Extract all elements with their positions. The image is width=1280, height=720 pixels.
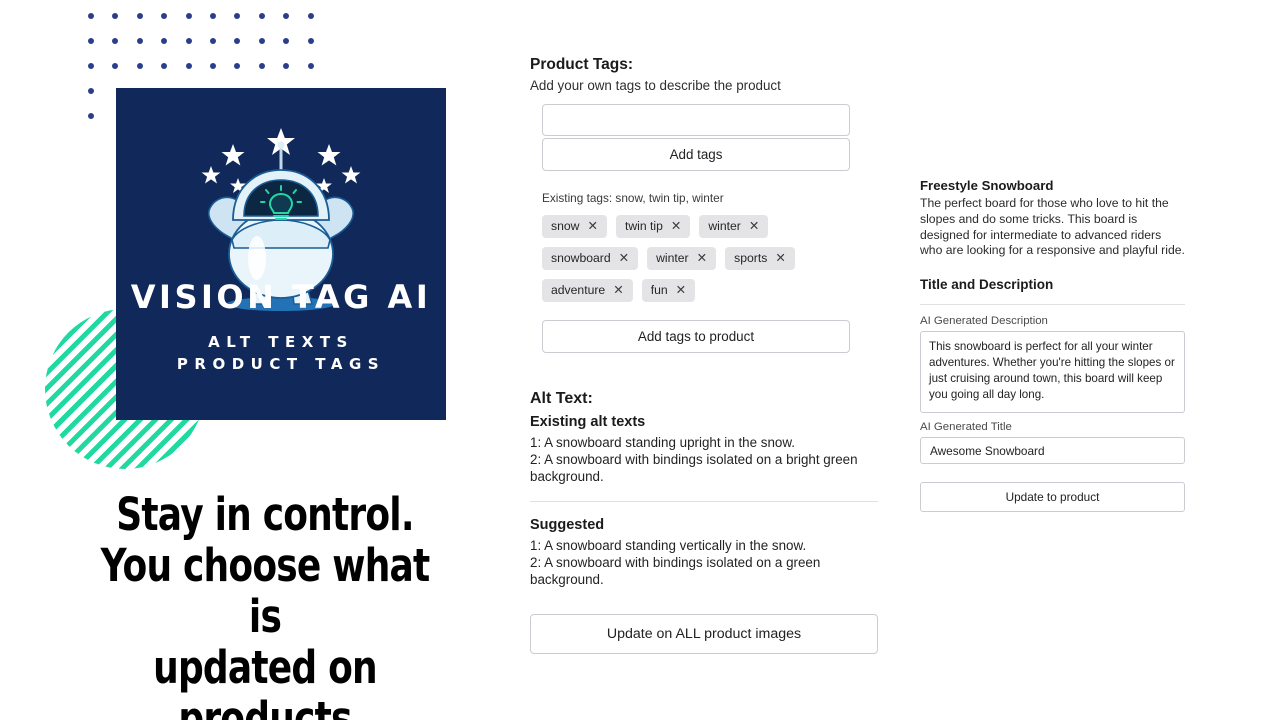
tag-chip[interactable]: sports ✕ bbox=[725, 247, 795, 270]
brand-logo-card: VISION TAG AI ALT TEXTS PRODUCT TAGS bbox=[116, 88, 446, 420]
alt-text-section: Alt Text: Existing alt texts 1: A snowbo… bbox=[530, 390, 882, 654]
existing-alt-texts-heading: Existing alt texts bbox=[530, 414, 646, 430]
update-to-product-button[interactable]: Update to product bbox=[920, 482, 1185, 513]
product-description: The perfect board for those who love to … bbox=[920, 196, 1185, 258]
ai-description-label: AI Generated Description bbox=[920, 315, 1048, 328]
promo-panel: VISION TAG AI ALT TEXTS PRODUCT TAGS Sta… bbox=[0, 0, 500, 720]
tag-chip-label: winter bbox=[656, 251, 689, 265]
tag-chip[interactable]: snow ✕ bbox=[542, 215, 607, 238]
section-divider bbox=[920, 304, 1185, 306]
remove-tag-icon[interactable]: ✕ bbox=[613, 284, 623, 297]
alt-text-divider bbox=[530, 501, 878, 502]
ai-title-label: AI Generated Title bbox=[920, 421, 1012, 434]
dot-row bbox=[88, 13, 332, 38]
tag-chip-row: snowboard ✕ winter ✕ sports ✕ bbox=[542, 247, 872, 270]
remove-tag-icon[interactable]: ✕ bbox=[749, 220, 759, 233]
tag-chip-label: winter bbox=[708, 219, 741, 233]
promo-headline: Stay in control. You choose what is upda… bbox=[100, 488, 431, 720]
product-title: Freestyle Snowboard bbox=[920, 178, 1054, 193]
existing-alt-text-1: 1: A snowboard standing upright in the s… bbox=[530, 435, 796, 450]
tag-chip-label: snowboard bbox=[551, 251, 611, 265]
tag-chip-row: snow ✕ twin tip ✕ winter ✕ bbox=[542, 215, 872, 238]
app-screenshot: VISION TAG AI ALT TEXTS PRODUCT TAGS Sta… bbox=[0, 0, 1280, 720]
product-tags-heading: Product Tags: bbox=[530, 56, 634, 73]
product-tags-column: Product Tags: Add your own tags to descr… bbox=[530, 56, 882, 654]
product-detail-column: Freestyle Snowboard The perfect board fo… bbox=[920, 178, 1185, 513]
tag-chip-label: fun bbox=[650, 283, 668, 297]
brand-subtitle-line-1: ALT TEXTS bbox=[208, 333, 354, 351]
existing-tags-label: Existing tags: snow, twin tip, winter bbox=[542, 191, 724, 205]
tag-chip[interactable]: twin tip ✕ bbox=[615, 215, 691, 238]
tag-chip-row: adventure ✕ fun ✕ bbox=[542, 279, 872, 302]
tag-chip[interactable]: snowboard ✕ bbox=[542, 247, 639, 270]
suggested-alt-text-2: 2: A snowboard with bindings isolated on… bbox=[530, 555, 821, 587]
dot-row bbox=[88, 63, 332, 88]
remove-tag-icon[interactable]: ✕ bbox=[697, 252, 707, 265]
tag-input[interactable] bbox=[542, 104, 850, 136]
brand-subtitle-line-2: PRODUCT TAGS bbox=[176, 355, 386, 373]
ai-description-textarea[interactable] bbox=[920, 331, 1185, 414]
alt-text-heading: Alt Text: bbox=[530, 390, 593, 407]
tag-chip-label: adventure bbox=[551, 283, 606, 297]
tag-chip-list: snow ✕ twin tip ✕ winter ✕ snowboard ✕ winte… bbox=[542, 215, 872, 302]
add-tags-to-product-button[interactable]: Add tags to product bbox=[542, 320, 850, 353]
tag-chip-label: sports bbox=[734, 251, 768, 265]
tag-chip[interactable]: winter ✕ bbox=[647, 247, 717, 270]
ai-title-input[interactable] bbox=[920, 437, 1185, 465]
tag-chip[interactable]: adventure ✕ bbox=[542, 279, 633, 302]
remove-tag-icon[interactable]: ✕ bbox=[775, 252, 785, 265]
add-tags-button[interactable]: Add tags bbox=[542, 138, 850, 171]
product-tags-subheading: Add your own tags to describe the produc… bbox=[530, 78, 781, 93]
existing-alt-text-2: 2: A snowboard with bindings isolated on… bbox=[530, 452, 858, 484]
remove-tag-icon[interactable]: ✕ bbox=[676, 284, 686, 297]
suggested-heading: Suggested bbox=[530, 517, 605, 533]
tag-chip[interactable]: fun ✕ bbox=[641, 279, 696, 302]
remove-tag-icon[interactable]: ✕ bbox=[671, 220, 681, 233]
title-and-description-heading: Title and Description bbox=[920, 277, 1054, 293]
remove-tag-icon[interactable]: ✕ bbox=[587, 220, 597, 233]
brand-subtitle: ALT TEXTS PRODUCT TAGS bbox=[116, 331, 446, 375]
dot-row bbox=[88, 38, 332, 63]
tag-chip-label: twin tip bbox=[624, 219, 663, 233]
update-all-product-images-button[interactable]: Update on ALL product images bbox=[530, 614, 878, 654]
brand-title: VISION TAG AI bbox=[130, 278, 432, 316]
tag-chip[interactable]: winter ✕ bbox=[699, 215, 769, 238]
suggested-alt-text-1: 1: A snowboard standing vertically in th… bbox=[530, 538, 807, 553]
tag-chip-label: snow bbox=[551, 219, 580, 233]
remove-tag-icon[interactable]: ✕ bbox=[619, 252, 629, 265]
